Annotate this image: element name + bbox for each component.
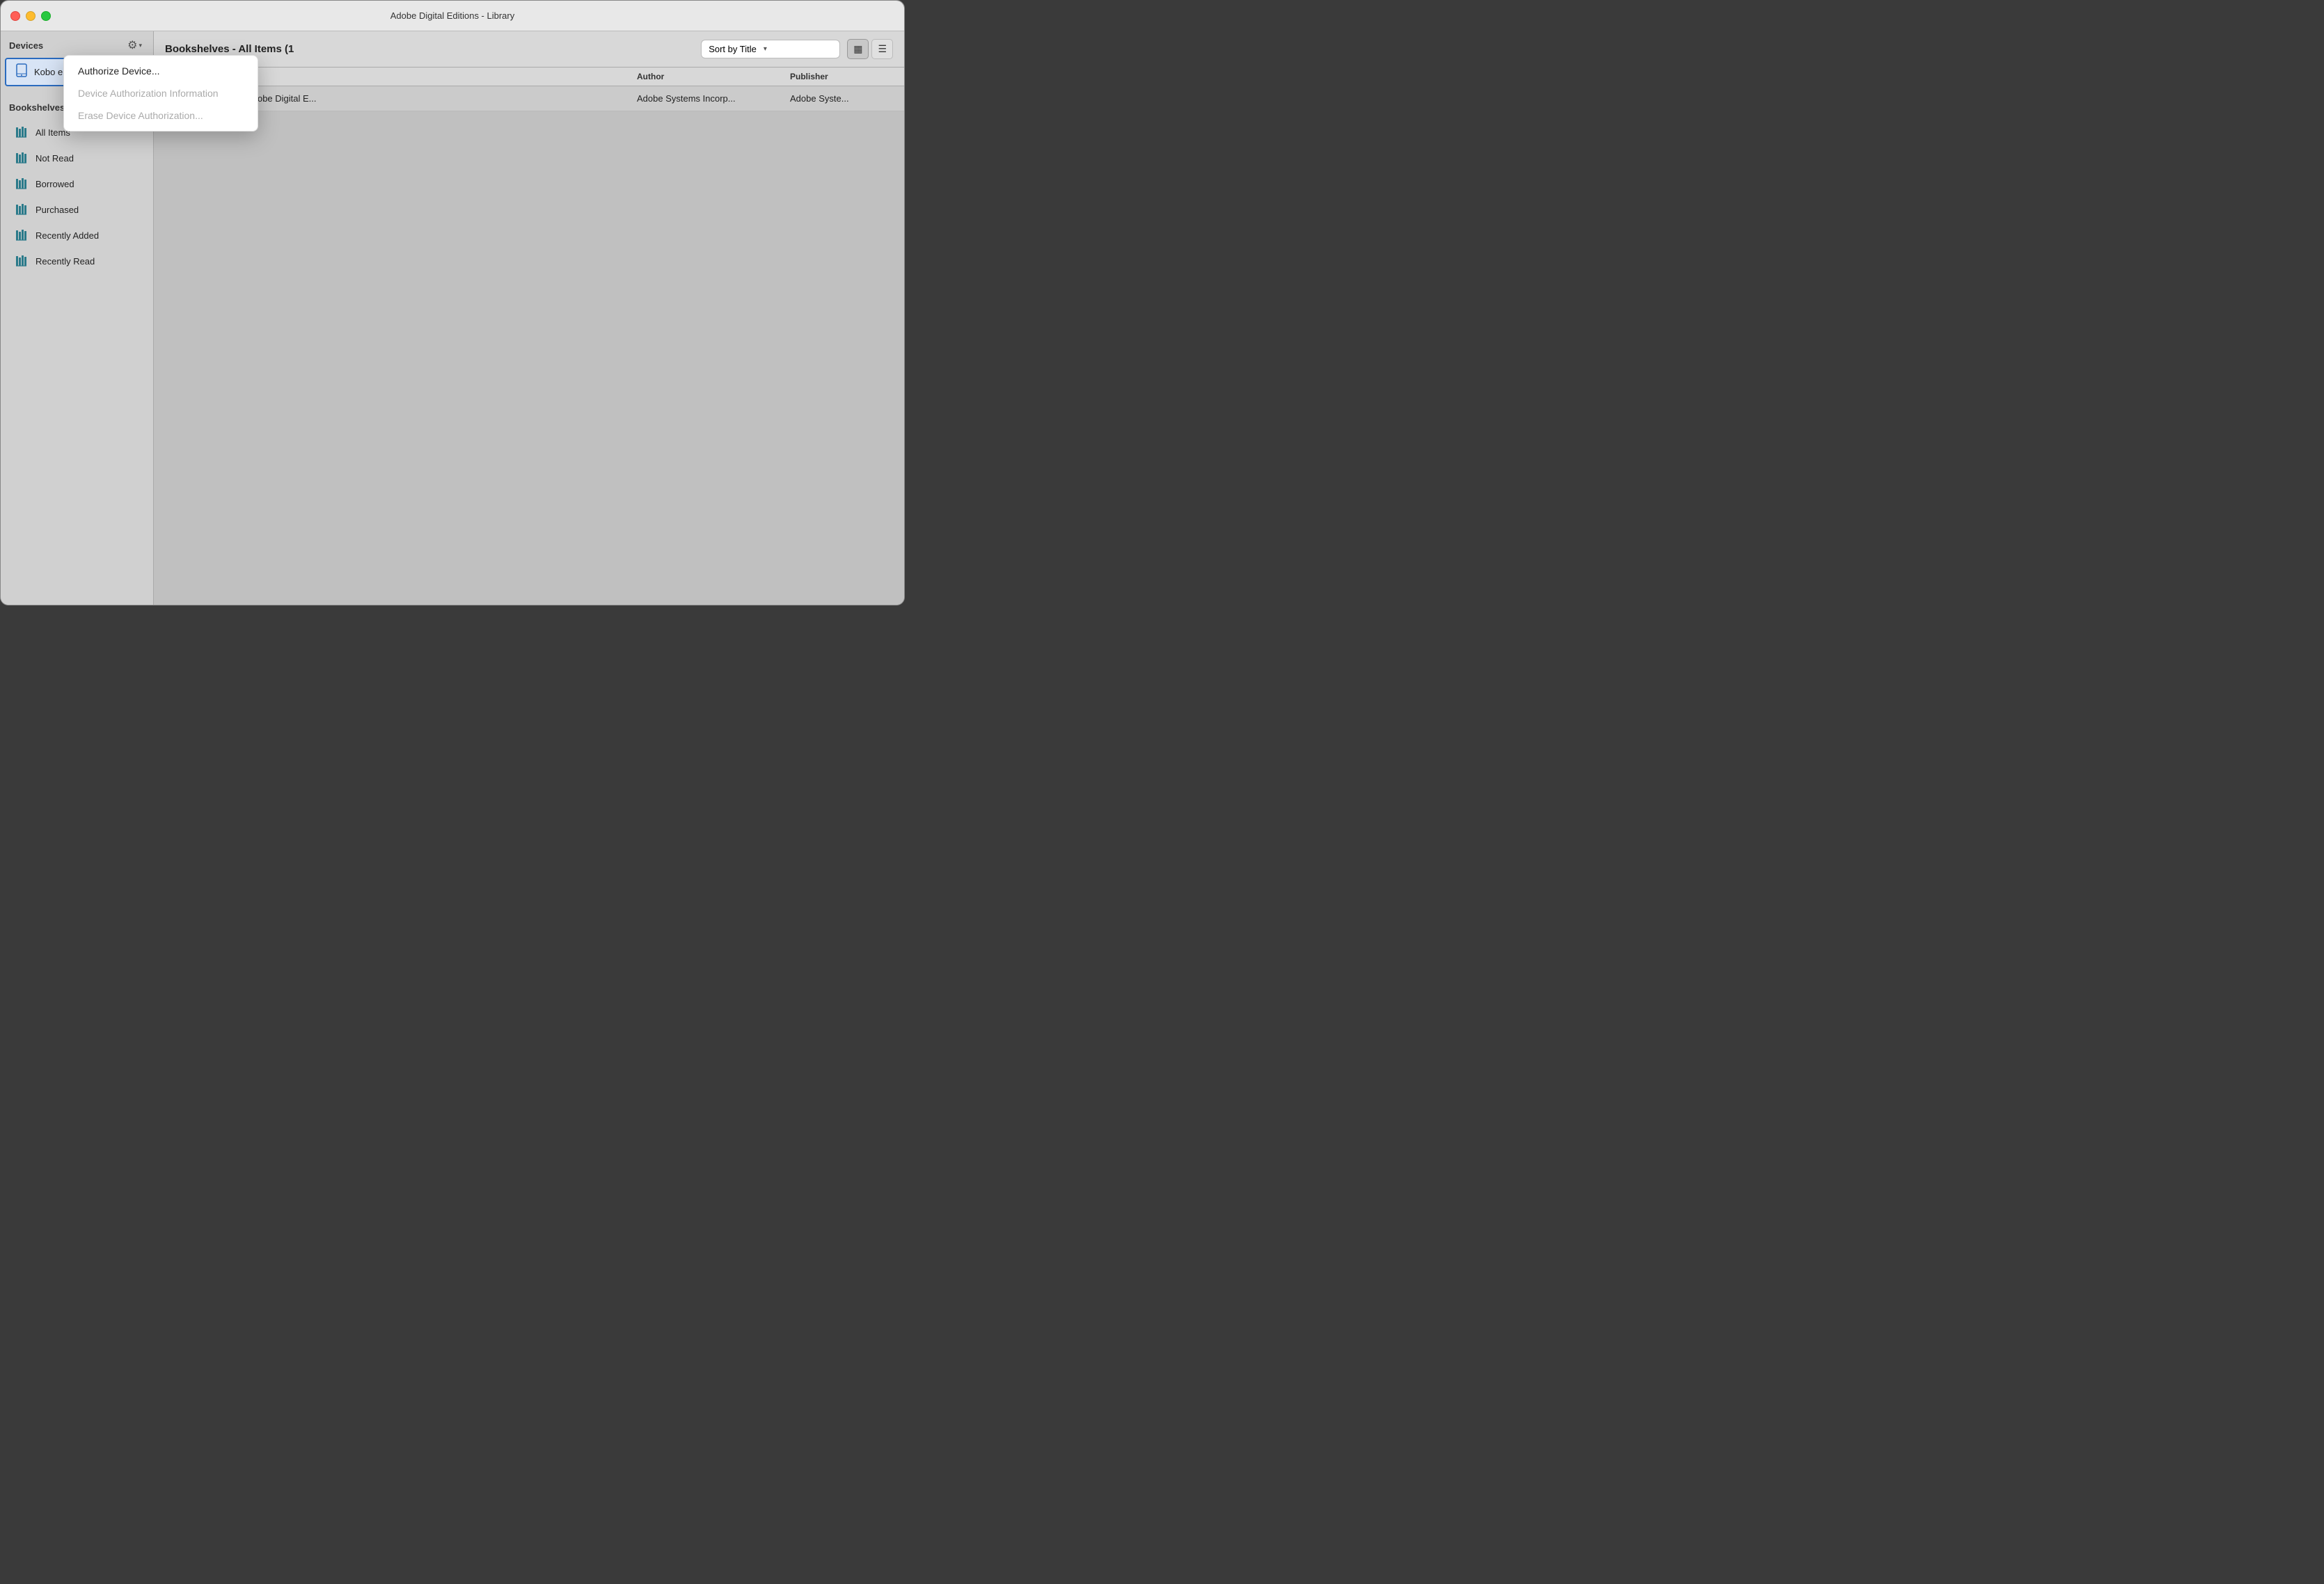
minimize-button[interactable] <box>26 11 35 21</box>
bookshelf-icon-borrowed <box>15 177 29 191</box>
view-toggle: ▦ ☰ <box>847 39 893 59</box>
sort-label: Sort by Title <box>709 44 757 54</box>
sidebar-item-recently-added-label: Recently Added <box>35 230 99 241</box>
toolbar-right: Sort by Title ▾ ▦ ☰ <box>701 39 893 59</box>
sidebar: Devices ⚙ ▾ Kobo e... <box>1 31 154 605</box>
view-grid-button[interactable]: ▦ <box>847 39 869 59</box>
bookshelf-icon-recently-added <box>15 228 29 242</box>
main-window: Adobe Digital Editions - Library Devices… <box>0 0 905 605</box>
bookshelf-icon-purchased <box>15 203 29 216</box>
table-body: Getting Started with Adobe Digital E... … <box>154 86 904 605</box>
sidebar-item-recently-added[interactable]: Recently Added <box>5 223 149 248</box>
toolbar-title: Bookshelves - All Items (1 <box>165 43 294 55</box>
cell-author: Adobe Systems Incorp... <box>626 88 779 109</box>
bookshelf-icon-all <box>15 125 29 139</box>
traffic-lights <box>10 11 51 21</box>
devices-header: Devices ⚙ ▾ <box>1 31 153 58</box>
sidebar-item-purchased-label: Purchased <box>35 205 79 215</box>
sidebar-item-borrowed[interactable]: Borrowed <box>5 171 149 196</box>
bookshelf-icon-not-read <box>15 151 29 165</box>
main-content: Devices ⚙ ▾ Kobo e... <box>1 31 904 605</box>
view-list-icon: ☰ <box>878 43 887 54</box>
sidebar-item-borrowed-label: Borrowed <box>35 179 74 189</box>
context-menu-erase-auth: Erase Device Authorization... <box>64 104 258 127</box>
bookshelf-icon-recently-read <box>15 254 29 268</box>
context-menu: Authorize Device... Device Authorization… <box>63 55 258 132</box>
sort-chevron-icon: ▾ <box>764 45 767 53</box>
table-header: Title ▲ Author Publisher <box>154 68 904 86</box>
close-button[interactable] <box>10 11 20 21</box>
devices-label: Devices <box>9 40 43 51</box>
column-author-label: Author <box>637 72 664 81</box>
sidebar-item-recently-read-label: Recently Read <box>35 256 95 267</box>
gear-chevron-icon: ▾ <box>139 42 142 49</box>
toolbar-title-text: Bookshelves - All Items (1 <box>165 43 294 55</box>
window-title: Adobe Digital Editions - Library <box>390 10 514 21</box>
column-publisher[interactable]: Publisher <box>779 72 904 81</box>
maximize-button[interactable] <box>41 11 51 21</box>
sidebar-item-recently-read[interactable]: Recently Read <box>5 248 149 274</box>
context-menu-auth-info: Device Authorization Information <box>64 82 258 104</box>
toolbar: Bookshelves - All Items (1 Sort by Title… <box>154 31 904 68</box>
gear-icon: ⚙ <box>127 38 137 52</box>
device-icon <box>15 63 29 81</box>
bookshelves-label: Bookshelves <box>9 102 65 113</box>
gear-button[interactable]: ⚙ ▾ <box>125 37 145 54</box>
sort-dropdown[interactable]: Sort by Title ▾ <box>701 40 840 58</box>
context-menu-authorize[interactable]: Authorize Device... <box>64 60 258 82</box>
cell-publisher: Adobe Syste... <box>779 88 904 109</box>
column-publisher-label: Publisher <box>790 72 828 81</box>
sidebar-item-purchased[interactable]: Purchased <box>5 197 149 222</box>
titlebar: Adobe Digital Editions - Library <box>1 1 904 31</box>
sidebar-item-not-read[interactable]: Not Read <box>5 145 149 171</box>
view-grid-icon: ▦ <box>853 43 862 54</box>
column-author[interactable]: Author <box>626 72 779 81</box>
main-panel: Bookshelves - All Items (1 Sort by Title… <box>154 31 904 605</box>
devices-section: Devices ⚙ ▾ Kobo e... <box>1 31 153 86</box>
table-row[interactable]: Getting Started with Adobe Digital E... … <box>154 86 904 111</box>
sidebar-item-not-read-label: Not Read <box>35 153 74 164</box>
view-list-button[interactable]: ☰ <box>871 39 893 59</box>
